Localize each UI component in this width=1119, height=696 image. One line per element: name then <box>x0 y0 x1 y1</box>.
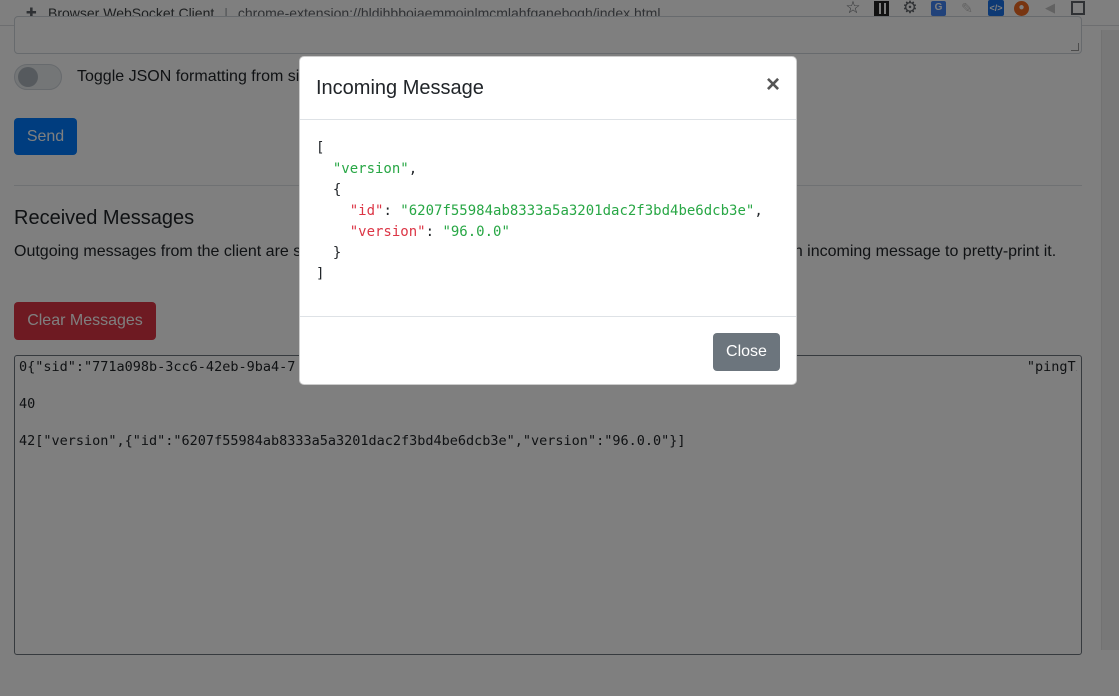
json-line: { <box>332 182 342 198</box>
json-string: "version" <box>332 161 409 177</box>
json-line: "id": "6207f55984ab8333a5a3201dac2f3bd4b… <box>349 203 763 219</box>
modal-footer: Close <box>300 316 796 384</box>
json-line: [ <box>316 140 325 156</box>
json-string: "96.0.0" <box>442 224 510 240</box>
json-key: "id" <box>349 203 384 219</box>
modal-header: Incoming Message × <box>300 57 796 120</box>
json-key: "version" <box>349 224 426 240</box>
json-string: "6207f55984ab8333a5a3201dac2f3bd4be6dcb3… <box>400 203 755 219</box>
modal-close-button[interactable]: Close <box>713 333 780 371</box>
json-line: } <box>332 245 342 261</box>
json-line: ] <box>316 266 325 282</box>
modal-title: Incoming Message <box>316 76 484 99</box>
json-line: "version", <box>332 161 418 177</box>
close-icon[interactable]: × <box>766 73 780 97</box>
json-line: "version": "96.0.0" <box>349 224 510 240</box>
modal-body: [ "version", { "id": "6207f55984ab8333a5… <box>300 120 796 316</box>
incoming-message-modal: Incoming Message × [ "version", { "id": … <box>299 56 797 385</box>
